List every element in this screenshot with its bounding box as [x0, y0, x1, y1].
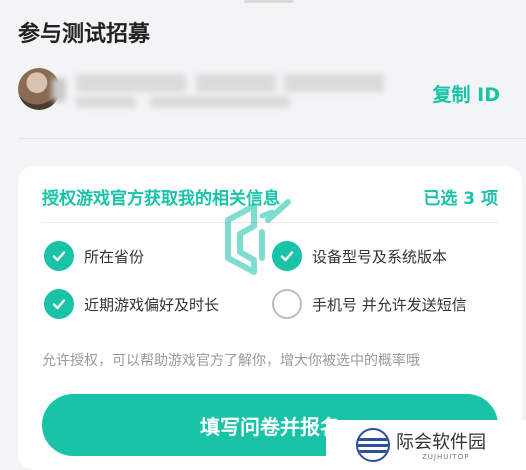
checkbox-unchecked[interactable] [272, 289, 302, 319]
button-label: 填写问卷并报名 [200, 414, 340, 439]
watermark-name: 际会软件园 [396, 432, 486, 453]
watermark-logo-icon [225, 199, 291, 275]
watermark-badge: 际会软件园 ZUJHUITOP [326, 420, 526, 470]
check-icon [52, 251, 66, 262]
blurred-user-id [76, 74, 186, 92]
watermark-sub: ZUJHUITOP [422, 453, 470, 461]
checkbox-checked[interactable] [44, 289, 74, 319]
option-device-model[interactable]: 设备型号及系统版本 [272, 240, 447, 272]
option-label: 近期游戏偏好及时长 [84, 295, 220, 314]
page-title: 参与测试招募 [18, 22, 151, 47]
blurred-user-id [196, 74, 276, 92]
selected-count: 已选 3 项 [423, 189, 498, 209]
authorization-note: 允许授权，可以帮助游戏官方了解你，增大你被选中的概率哦 [42, 353, 420, 369]
check-icon [52, 299, 66, 310]
profile-row: 复制 ID [0, 62, 526, 118]
option-game-preference[interactable]: 近期游戏偏好及时长 [44, 288, 219, 320]
option-label: 手机号 并允许发送短信 [312, 295, 467, 314]
copy-id-button[interactable]: 复制 ID [433, 80, 500, 107]
option-label: 所在省份 [84, 247, 145, 266]
blurred-user-id [284, 74, 384, 92]
blurred-user-id [150, 96, 290, 108]
watermark-globe-icon [356, 428, 390, 462]
blurred-user-id [76, 96, 136, 108]
blurred-user-id [52, 78, 66, 102]
sheet-drag-handle[interactable] [244, 0, 294, 3]
checkbox-checked[interactable] [44, 241, 74, 271]
section-divider [18, 138, 526, 139]
option-province[interactable]: 所在省份 [44, 240, 144, 272]
option-label: 设备型号及系统版本 [312, 247, 448, 266]
option-phone-sms[interactable]: 手机号 并允许发送短信 [272, 288, 467, 320]
